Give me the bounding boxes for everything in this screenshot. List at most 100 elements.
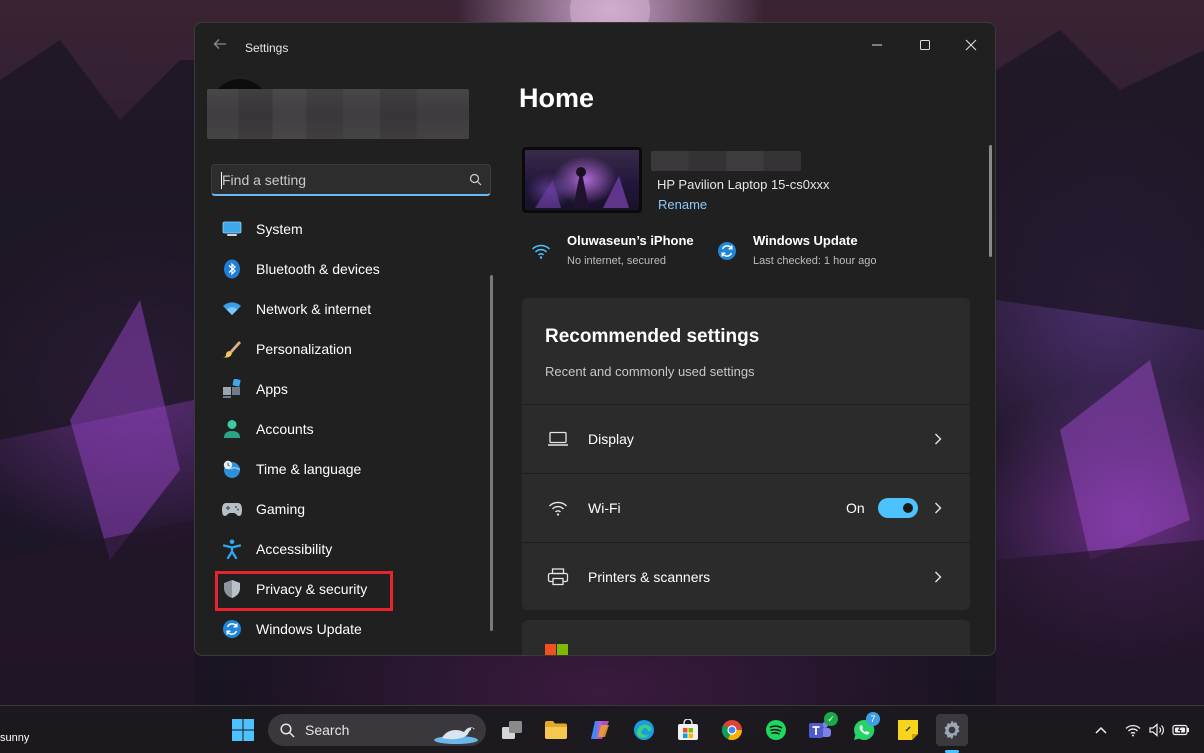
sidebar-item-label: Accessibility — [256, 541, 333, 557]
device-wallpaper-thumbnail[interactable] — [522, 147, 642, 213]
profile-info-redacted — [207, 89, 469, 139]
chevron-up-icon — [1095, 726, 1107, 734]
update-last-checked: Last checked: 1 hour ago — [753, 255, 877, 267]
network-icon — [221, 298, 243, 320]
recommended-row-display[interactable]: Display — [522, 404, 970, 473]
file-explorer-button[interactable] — [540, 714, 572, 746]
spotify-icon — [766, 720, 786, 740]
account-icon — [221, 418, 243, 440]
row-label: Printers & scanners — [588, 569, 711, 585]
task-view-icon — [502, 721, 522, 739]
taskbar: sunny Search ✓ 7 — [0, 705, 1204, 753]
printer-icon — [546, 565, 570, 589]
page-title: Home — [519, 83, 595, 113]
search-box[interactable] — [211, 164, 491, 196]
row-label: Wi-Fi — [588, 500, 621, 516]
sidebar-item-personalization[interactable]: Personalization — [211, 329, 489, 369]
maximize-button[interactable] — [903, 29, 947, 61]
settings-taskbar-button[interactable] — [936, 714, 968, 746]
battery-charging-icon — [1172, 724, 1189, 736]
back-arrow-icon — [213, 39, 226, 49]
recommended-row-printers[interactable]: Printers & scanners — [522, 542, 970, 610]
sticky-notes-button[interactable] — [892, 714, 924, 746]
wifi-toggle[interactable] — [878, 498, 918, 518]
teams-button[interactable]: ✓ — [804, 712, 838, 746]
whatsapp-button[interactable]: 7 — [848, 712, 880, 746]
content-scrollbar[interactable] — [989, 145, 992, 257]
sidebar-item-system[interactable]: System — [211, 209, 489, 249]
sidebar-item-label: Windows Update — [256, 621, 362, 637]
search-icon[interactable] — [460, 165, 490, 194]
sticky-notes-icon — [898, 720, 918, 740]
toggle-knob — [903, 503, 913, 513]
tray-battery-button[interactable] — [1172, 721, 1190, 739]
weather-widget-text[interactable]: sunny — [0, 732, 29, 744]
wifi-icon — [1125, 724, 1141, 736]
bluetooth-icon — [221, 258, 243, 280]
update-icon — [221, 618, 243, 640]
accessibility-icon — [221, 538, 243, 560]
edge-button[interactable] — [628, 714, 660, 746]
wifi-icon — [546, 496, 570, 520]
microsoft-store-button[interactable] — [672, 714, 704, 746]
show-hidden-icons-button[interactable] — [1092, 721, 1110, 739]
sidebar-item-label: Time & language — [256, 461, 362, 477]
spotify-button[interactable] — [760, 714, 792, 746]
whatsapp-unread-badge: 7 — [866, 712, 880, 726]
chevron-right-icon — [928, 567, 948, 587]
rename-link[interactable]: Rename — [658, 197, 707, 212]
sidebar-item-windows-update[interactable]: Windows Update — [211, 609, 489, 649]
chrome-button[interactable] — [716, 714, 748, 746]
store-icon — [678, 719, 698, 740]
tray-wifi-button[interactable] — [1124, 721, 1142, 739]
start-button[interactable] — [227, 714, 259, 746]
tray-volume-button[interactable] — [1148, 721, 1166, 739]
recommended-title: Recommended settings — [545, 326, 760, 347]
taskbar-search[interactable]: Search — [268, 714, 486, 746]
settings-window: Settings System Bluetooth & — [194, 22, 996, 656]
sidebar-item-label: Network & internet — [256, 301, 372, 317]
windows-logo-icon — [232, 719, 254, 741]
task-view-button[interactable] — [496, 714, 528, 746]
update-icon — [715, 239, 739, 263]
speaker-icon — [1149, 723, 1164, 737]
sidebar-item-label: Personalization — [256, 341, 352, 357]
gamepad-icon — [221, 498, 243, 520]
taskbar-search-label: Search — [305, 722, 350, 738]
sidebar-item-label: Gaming — [256, 501, 306, 517]
search-input[interactable] — [212, 165, 460, 194]
gear-icon — [944, 720, 960, 740]
windows-update-status[interactable]: Windows Update Last checked: 1 hour ago — [715, 233, 877, 267]
sidebar-item-bluetooth[interactable]: Bluetooth & devices — [211, 249, 489, 289]
copilot-button[interactable] — [584, 714, 616, 746]
sidebar-item-network[interactable]: Network & internet — [211, 289, 489, 329]
microsoft-365-card — [522, 620, 970, 655]
network-status[interactable]: Oluwaseun’s iPhone No internet, secured — [529, 233, 694, 267]
device-name-redacted — [651, 151, 801, 171]
close-icon — [965, 39, 977, 51]
recommended-row-wifi[interactable]: Wi-Fi On — [522, 473, 970, 542]
sidebar-item-label: Privacy & security — [256, 581, 368, 597]
teams-status-badge-icon: ✓ — [824, 712, 838, 726]
sidebar-item-gaming[interactable]: Gaming — [211, 489, 489, 529]
chevron-right-icon — [928, 429, 948, 449]
close-button[interactable] — [949, 29, 993, 61]
sidebar-scrollbar[interactable] — [490, 275, 493, 631]
network-status-text: No internet, secured — [567, 255, 667, 267]
search-highlight-bird-icon — [434, 727, 478, 744]
sidebar-item-label: Apps — [256, 381, 288, 397]
wifi-icon — [529, 239, 553, 263]
sidebar-item-privacy-security[interactable]: Privacy & security — [211, 569, 489, 609]
back-button[interactable] — [209, 37, 231, 57]
sidebar-item-accessibility[interactable]: Accessibility — [211, 529, 489, 569]
globe-clock-icon — [221, 458, 243, 480]
minimize-button[interactable] — [855, 29, 899, 61]
recommended-subtitle: Recent and commonly used settings — [545, 364, 755, 379]
sidebar-item-accounts[interactable]: Accounts — [211, 409, 489, 449]
shield-icon — [221, 578, 243, 600]
sidebar-item-time-language[interactable]: Time & language — [211, 449, 489, 489]
chevron-right-icon — [928, 498, 948, 518]
folder-icon — [545, 721, 567, 739]
edge-icon — [634, 720, 654, 740]
sidebar-item-apps[interactable]: Apps — [211, 369, 489, 409]
